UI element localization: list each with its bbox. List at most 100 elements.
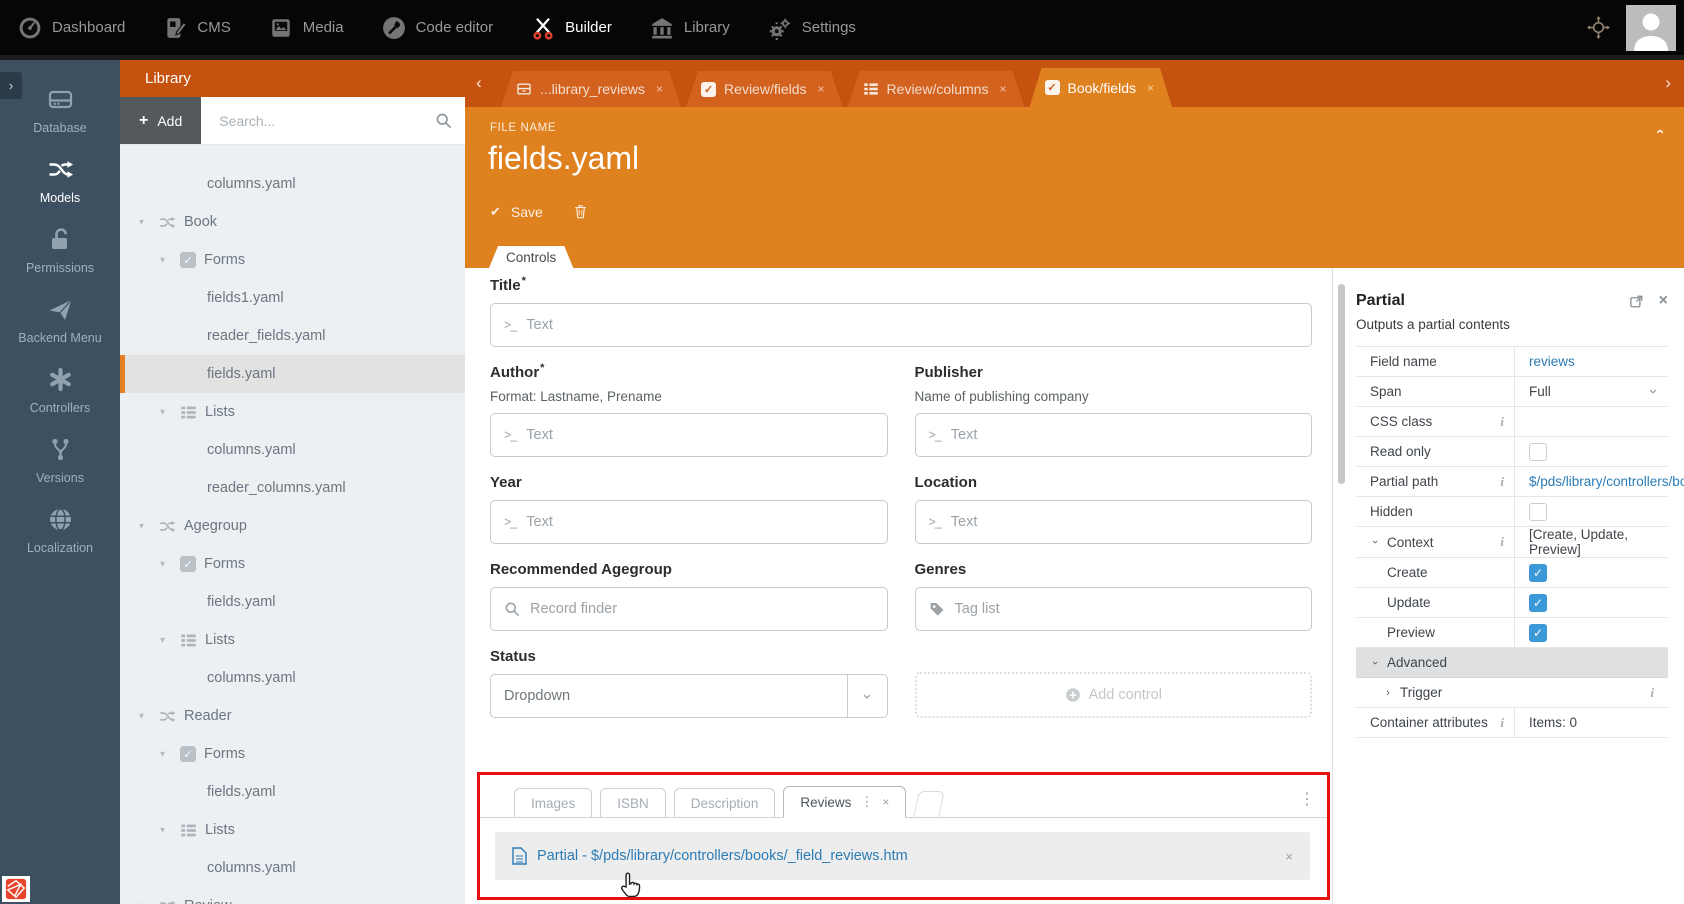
inspector-row-value-cell[interactable]: [1515, 407, 1668, 436]
inspector-row-value-cell[interactable]: [Create, Update, Preview]: [1515, 527, 1668, 557]
checkbox-unchecked[interactable]: [1529, 443, 1547, 461]
caret-down-icon[interactable]: ▾: [139, 901, 152, 904]
nav-item-builder[interactable]: Builder: [531, 16, 612, 40]
add-control-button[interactable]: Add control: [915, 672, 1313, 718]
nav-item-media[interactable]: Media: [269, 16, 344, 40]
caret-down-icon[interactable]: ▾: [139, 711, 152, 722]
recordfinder-control[interactable]: Record finder: [490, 587, 888, 631]
tab-controls[interactable]: Controls: [489, 246, 573, 268]
chevron-down-icon[interactable]: ›: [1369, 537, 1381, 547]
inspector-row-trigger[interactable]: ›Triggeri: [1356, 678, 1668, 708]
tree-item-lists[interactable]: ▾Lists: [120, 621, 465, 659]
tab-menu-icon[interactable]: ⋮: [860, 794, 873, 810]
new-tab-placeholder[interactable]: [914, 791, 946, 817]
save-button[interactable]: Save: [511, 204, 543, 220]
add-button[interactable]: + Add: [120, 97, 201, 144]
checkbox-checked[interactable]: ✓: [1529, 624, 1547, 642]
search-input[interactable]: [217, 112, 427, 130]
inspector-row-value-cell[interactable]: ✓: [1515, 558, 1668, 587]
remove-control-icon[interactable]: ×: [1285, 849, 1293, 864]
inspector-row-value-cell[interactable]: ✓: [1515, 618, 1668, 647]
checkbox-checked[interactable]: ✓: [1529, 594, 1547, 612]
tree-item-fields1-yaml[interactable]: fields1.yaml: [120, 279, 465, 317]
tree-item-agegroup[interactable]: ▾Agegroup: [120, 507, 465, 545]
text-control[interactable]: >_Text: [915, 413, 1313, 457]
inspector-row-value-cell[interactable]: $/pds/library/controllers/bo: [1515, 467, 1684, 496]
sidebar-expand-button[interactable]: ›: [0, 72, 22, 99]
sidebar-item-versions[interactable]: Versions: [0, 436, 120, 485]
close-tab-icon[interactable]: ×: [656, 82, 663, 96]
chevron-down-icon[interactable]: ›: [1645, 389, 1662, 394]
taglist-control[interactable]: Tag list: [915, 587, 1313, 631]
nav-item-cms[interactable]: CMS: [163, 16, 230, 40]
tree-item-reader[interactable]: ▾Reader: [120, 697, 465, 735]
avatar[interactable]: [1626, 5, 1676, 51]
tree-item-columns-yaml[interactable]: columns.yaml: [120, 659, 465, 697]
tabs-scroll-left-icon[interactable]: ‹: [476, 73, 482, 93]
sidebar-item-permissions[interactable]: Permissions: [0, 226, 120, 275]
secondary-tab-isbn[interactable]: ISBN: [600, 788, 666, 817]
tree-item-forms[interactable]: ▾✓Forms: [120, 545, 465, 583]
detach-inspector-icon[interactable]: [1629, 294, 1644, 309]
inspector-row-value-cell[interactable]: ✓: [1515, 588, 1668, 617]
editor-tab-review-fields[interactable]: ✓Review/fields×: [686, 71, 843, 107]
checkbox-unchecked[interactable]: [1529, 503, 1547, 521]
secondary-tab-reviews[interactable]: Reviews⋮×: [783, 786, 906, 818]
caret-down-icon[interactable]: ▾: [160, 825, 173, 836]
sidebar-item-models[interactable]: Models: [0, 156, 120, 205]
checkbox-checked[interactable]: ✓: [1529, 564, 1547, 582]
dropdown-button[interactable]: ›: [847, 675, 887, 717]
caret-down-icon[interactable]: ▾: [160, 635, 173, 646]
nav-item-library[interactable]: Library: [650, 16, 730, 40]
tree-item-fields-yaml[interactable]: fields.yaml: [120, 355, 465, 393]
tree-item-lists[interactable]: ▾Lists: [120, 393, 465, 431]
dropdown-control[interactable]: Dropdown›: [490, 674, 888, 718]
inspector-row-value-cell[interactable]: [1515, 437, 1668, 466]
close-tab-icon[interactable]: ×: [818, 82, 825, 96]
inspector-row-value-cell[interactable]: reviews: [1515, 347, 1668, 376]
tree-item-columns-yaml[interactable]: columns.yaml: [120, 431, 465, 469]
caret-down-icon[interactable]: ▾: [160, 255, 173, 266]
file-name[interactable]: fields.yaml: [488, 140, 639, 177]
inspector-row-value-cell[interactable]: Full›: [1515, 377, 1668, 406]
tree-item-book[interactable]: ▾Book: [120, 203, 465, 241]
caret-down-icon[interactable]: ▾: [160, 407, 173, 418]
secondary-tab-images[interactable]: Images: [514, 788, 592, 817]
scrollbar-thumb[interactable]: [1338, 284, 1345, 484]
inspector-row-value-cell[interactable]: [1515, 497, 1668, 526]
nav-item-dashboard[interactable]: Dashboard: [18, 16, 125, 40]
tree-item-fields-yaml[interactable]: fields.yaml: [120, 583, 465, 621]
inspector-section-advanced[interactable]: ›Advanced: [1356, 648, 1668, 678]
tree-item-lists[interactable]: ▾Lists: [120, 811, 465, 849]
editor-tab-library-reviews[interactable]: ...library_reviews×: [501, 71, 681, 107]
close-tab-icon[interactable]: ×: [1147, 81, 1154, 95]
nav-item-code-editor[interactable]: Code editor: [382, 16, 494, 40]
text-control[interactable]: >_Text: [490, 500, 888, 544]
sidebar-item-localization[interactable]: Localization: [0, 506, 120, 555]
caret-down-icon[interactable]: ▾: [139, 521, 152, 532]
tree-item-columns-yaml[interactable]: columns.yaml: [120, 849, 465, 887]
editor-tab-review-columns[interactable]: Review/columns×: [848, 71, 1025, 107]
text-control[interactable]: >_Text: [490, 413, 888, 457]
delete-icon[interactable]: [573, 203, 588, 220]
secondary-tab-description[interactable]: Description: [674, 788, 776, 817]
collapse-header-icon[interactable]: ›: [1651, 129, 1668, 134]
sidebar-item-backend-menu[interactable]: Backend Menu: [0, 296, 120, 345]
caret-down-icon[interactable]: ▾: [160, 559, 173, 570]
tabs-scroll-right-icon[interactable]: ›: [1665, 73, 1671, 93]
text-control[interactable]: >_Text: [490, 303, 1312, 347]
tree-item-columns-yaml[interactable]: columns.yaml: [120, 165, 465, 203]
tree-item-reader-fields-yaml[interactable]: reader_fields.yaml: [120, 317, 465, 355]
sidebar-item-controllers[interactable]: Controllers: [0, 366, 120, 415]
tree-item-fields-yaml[interactable]: fields.yaml: [120, 773, 465, 811]
tree-item-forms[interactable]: ▾✓Forms: [120, 241, 465, 279]
close-tab-icon[interactable]: ×: [882, 795, 889, 809]
nav-item-settings[interactable]: Settings: [768, 16, 856, 40]
close-inspector-icon[interactable]: ×: [1659, 292, 1668, 310]
tree-item-review[interactable]: ▾Review: [120, 887, 465, 904]
text-control[interactable]: >_Text: [915, 500, 1313, 544]
crosshair-icon[interactable]: [1587, 16, 1610, 39]
inspector-row-value-cell[interactable]: Items: 0: [1515, 708, 1668, 737]
close-tab-icon[interactable]: ×: [999, 82, 1006, 96]
tree-item-reader-columns-yaml[interactable]: reader_columns.yaml: [120, 469, 465, 507]
